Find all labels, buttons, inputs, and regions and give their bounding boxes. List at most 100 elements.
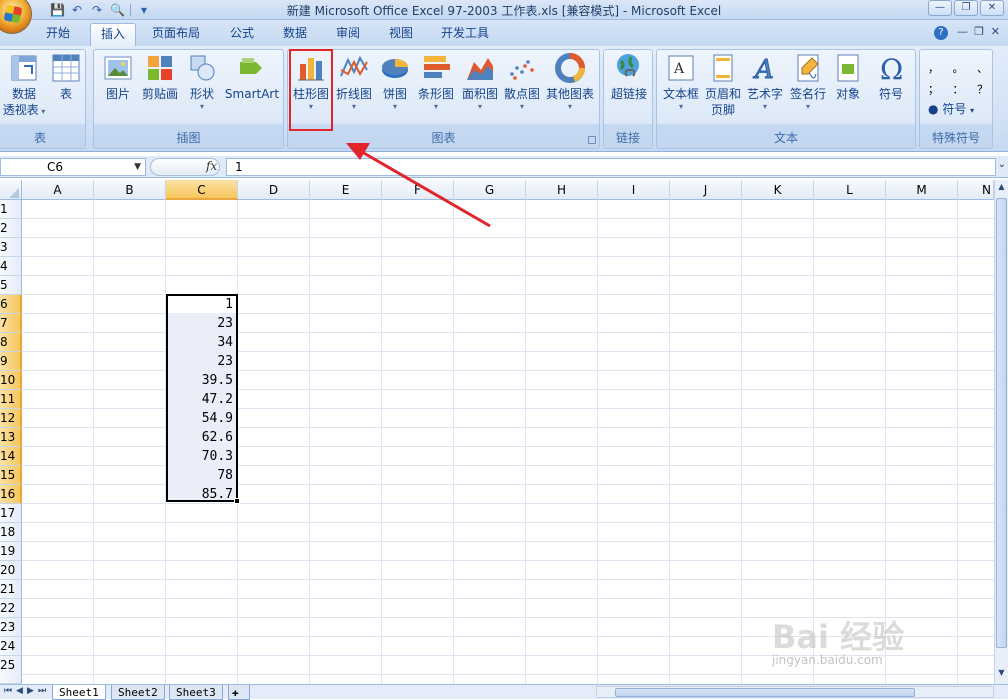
scroll-down-icon[interactable]: ▼ [996,668,1007,682]
symbol-semicolon[interactable]: ； [928,81,939,97]
other-charts-button[interactable]: 其他图表 ▾ [544,52,596,112]
picture-button[interactable]: 图片 [100,52,136,102]
column-header-b[interactable]: B [94,180,166,200]
formula-input[interactable]: 1 [226,158,996,176]
object-button[interactable]: 对象 [829,52,867,102]
row-header-11[interactable]: 11 [0,390,22,409]
bar-chart-button[interactable]: 条形图 ▾ [416,52,456,112]
special-symbol-button[interactable]: ● 符号 ▾ [928,100,974,117]
pivot-table-button[interactable]: 数据 透视表 ▾ [1,52,47,118]
ribbon-minimize-icon[interactable]: — [957,25,968,38]
column-header-n[interactable]: N [958,180,994,200]
next-sheet-icon[interactable]: ▶ [27,686,34,696]
first-sheet-icon[interactable]: ⏮ [4,686,12,696]
row-header-4[interactable]: 4 [0,257,22,276]
tab-view[interactable]: 视图 [379,23,423,46]
row-header-5[interactable]: 5 [0,276,22,295]
cell-c6[interactable]: 1 [167,295,235,314]
tab-page-layout[interactable]: 页面布局 [142,23,210,46]
column-header-i[interactable]: I [598,180,670,200]
cell-c13[interactable]: 62.6 [167,428,235,447]
cell-c7[interactable]: 23 [167,314,235,333]
insert-sheet-icon[interactable]: ✚ [228,685,250,700]
horizontal-scrollbar[interactable] [596,686,994,698]
row-header-3[interactable]: 3 [0,238,22,257]
column-header-h[interactable]: H [526,180,598,200]
cell-c15[interactable]: 78 [167,466,235,485]
column-header-j[interactable]: J [670,180,742,200]
column-header-k[interactable]: K [742,180,814,200]
row-header-15[interactable]: 15 [0,466,22,485]
horizontal-scroll-thumb[interactable] [615,688,915,697]
textbox-button[interactable]: A 文本框 ▾ [659,52,703,112]
symbol-question[interactable]: ？ [977,81,988,97]
row-header-2[interactable]: 2 [0,219,22,238]
symbol-button[interactable]: Ω 符号 [869,52,913,102]
column-header-e[interactable]: E [310,180,382,200]
ribbon-close-icon[interactable]: ✕ [991,25,1000,38]
tab-review[interactable]: 审阅 [326,23,370,46]
row-header-25[interactable]: 25 [0,656,22,684]
symbol-comma[interactable]: ， [928,60,939,76]
row-header-7[interactable]: 7 [0,314,22,333]
tab-formulas[interactable]: 公式 [220,23,264,46]
hyperlink-button[interactable]: 超链接 [606,52,652,102]
row-header-23[interactable]: 23 [0,618,22,637]
vertical-scroll-thumb[interactable] [996,198,1007,648]
table-button[interactable]: 表 [49,52,83,102]
column-header-c[interactable]: C [166,180,238,200]
row-header-1[interactable]: 1 [0,200,22,219]
name-box[interactable]: C6 ▼ [0,158,146,176]
sheet-tab-2[interactable]: Sheet2 [111,685,165,700]
wordart-button[interactable]: A 艺术字 ▾ [745,52,785,112]
row-header-12[interactable]: 12 [0,409,22,428]
tab-insert[interactable]: 插入 [90,23,137,46]
chevron-down-icon[interactable]: ▼ [134,159,141,175]
header-footer-button[interactable]: 页眉和 页脚 [703,52,743,118]
column-header-l[interactable]: L [814,180,886,200]
cell-c9[interactable]: 23 [167,352,235,371]
row-header-8[interactable]: 8 [0,333,22,352]
tab-home[interactable]: 开始 [36,23,80,46]
pie-chart-button[interactable]: 饼图 ▾ [378,52,412,112]
shapes-button[interactable]: 形状 ▾ [184,52,220,112]
column-header-d[interactable]: D [238,180,310,200]
column-header-m[interactable]: M [886,180,958,200]
cell-c8[interactable]: 34 [167,333,235,352]
row-header-17[interactable]: 17 [0,504,22,523]
row-header-6[interactable]: 6 [0,295,22,314]
row-header-19[interactable]: 19 [0,542,22,561]
fx-icon[interactable]: fx [206,159,217,173]
row-header-14[interactable]: 14 [0,447,22,466]
tab-data[interactable]: 数据 [273,23,317,46]
select-all-button[interactable] [0,180,22,200]
symbol-enum-comma[interactable]: 、 [977,60,988,76]
area-chart-button[interactable]: 面积图 ▾ [460,52,500,112]
scatter-chart-button[interactable]: 散点图 ▾ [502,52,542,112]
clipart-button[interactable]: 剪贴画 [138,52,182,102]
restore-button[interactable]: ❐ [954,0,978,16]
ribbon-restore-icon[interactable]: ❐ [974,25,984,38]
column-header-a[interactable]: A [22,180,94,200]
signature-line-button[interactable]: 签名行 ▾ [787,52,829,112]
tab-developer[interactable]: 开发工具 [431,23,499,46]
sheet-tab-1[interactable]: Sheet1 [52,685,106,700]
row-header-22[interactable]: 22 [0,599,22,618]
cell-c14[interactable]: 70.3 [167,447,235,466]
column-header-f[interactable]: F [382,180,454,200]
cell-c10[interactable]: 39.5 [167,371,235,390]
sheet-tab-3[interactable]: Sheet3 [169,685,223,700]
row-header-21[interactable]: 21 [0,580,22,599]
smartart-button[interactable]: SmartArt [224,52,280,102]
last-sheet-icon[interactable]: ⏭ [38,686,46,696]
row-header-10[interactable]: 10 [0,371,22,390]
expand-formula-icon[interactable]: ⌄ [998,159,1006,170]
scroll-up-icon[interactable]: ▲ [996,182,1007,196]
cell-c11[interactable]: 47.2 [167,390,235,409]
close-button[interactable]: ✕ [980,0,1004,16]
row-header-9[interactable]: 9 [0,352,22,371]
row-header-18[interactable]: 18 [0,523,22,542]
minimize-button[interactable]: — [928,0,952,16]
vertical-scrollbar[interactable]: ▲ ▼ [994,180,1008,684]
column-header-g[interactable]: G [454,180,526,200]
